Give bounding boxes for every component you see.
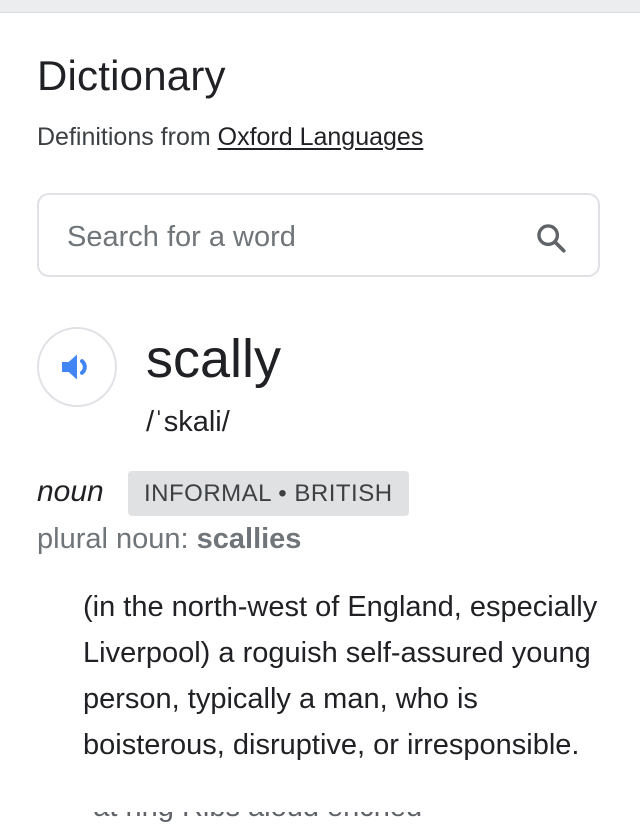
page-title: Dictionary [37, 52, 226, 99]
usage-label-badge: INFORMAL • BRITISH [128, 471, 409, 516]
plural-label: plural noun: [37, 523, 197, 555]
plural-value: scallies [196, 523, 302, 555]
source-prefix: Definitions from [37, 123, 218, 151]
phonetic-spelling: /ˈskali/ [146, 406, 230, 438]
definition-text: (in the north-west of England, especiall… [83, 591, 598, 761]
source-line: Definitions from Oxford Languages [37, 123, 423, 152]
next-line-partial: "at ring Ribs aloud enched" [83, 812, 603, 825]
search-icon[interactable] [534, 221, 568, 255]
speaker-icon [62, 354, 87, 380]
search-box[interactable] [37, 193, 600, 277]
plural-form: plural noun: scallies [37, 523, 301, 556]
search-input[interactable] [67, 217, 507, 257]
headword: scally [146, 329, 282, 389]
top-bar [0, 0, 640, 13]
next-line-partial-text: "at ring Ribs aloud enched" [83, 812, 603, 825]
pronunciation-audio-button[interactable] [37, 327, 117, 407]
part-of-speech: noun [37, 475, 104, 508]
oxford-languages-link[interactable]: Oxford Languages [218, 123, 424, 151]
